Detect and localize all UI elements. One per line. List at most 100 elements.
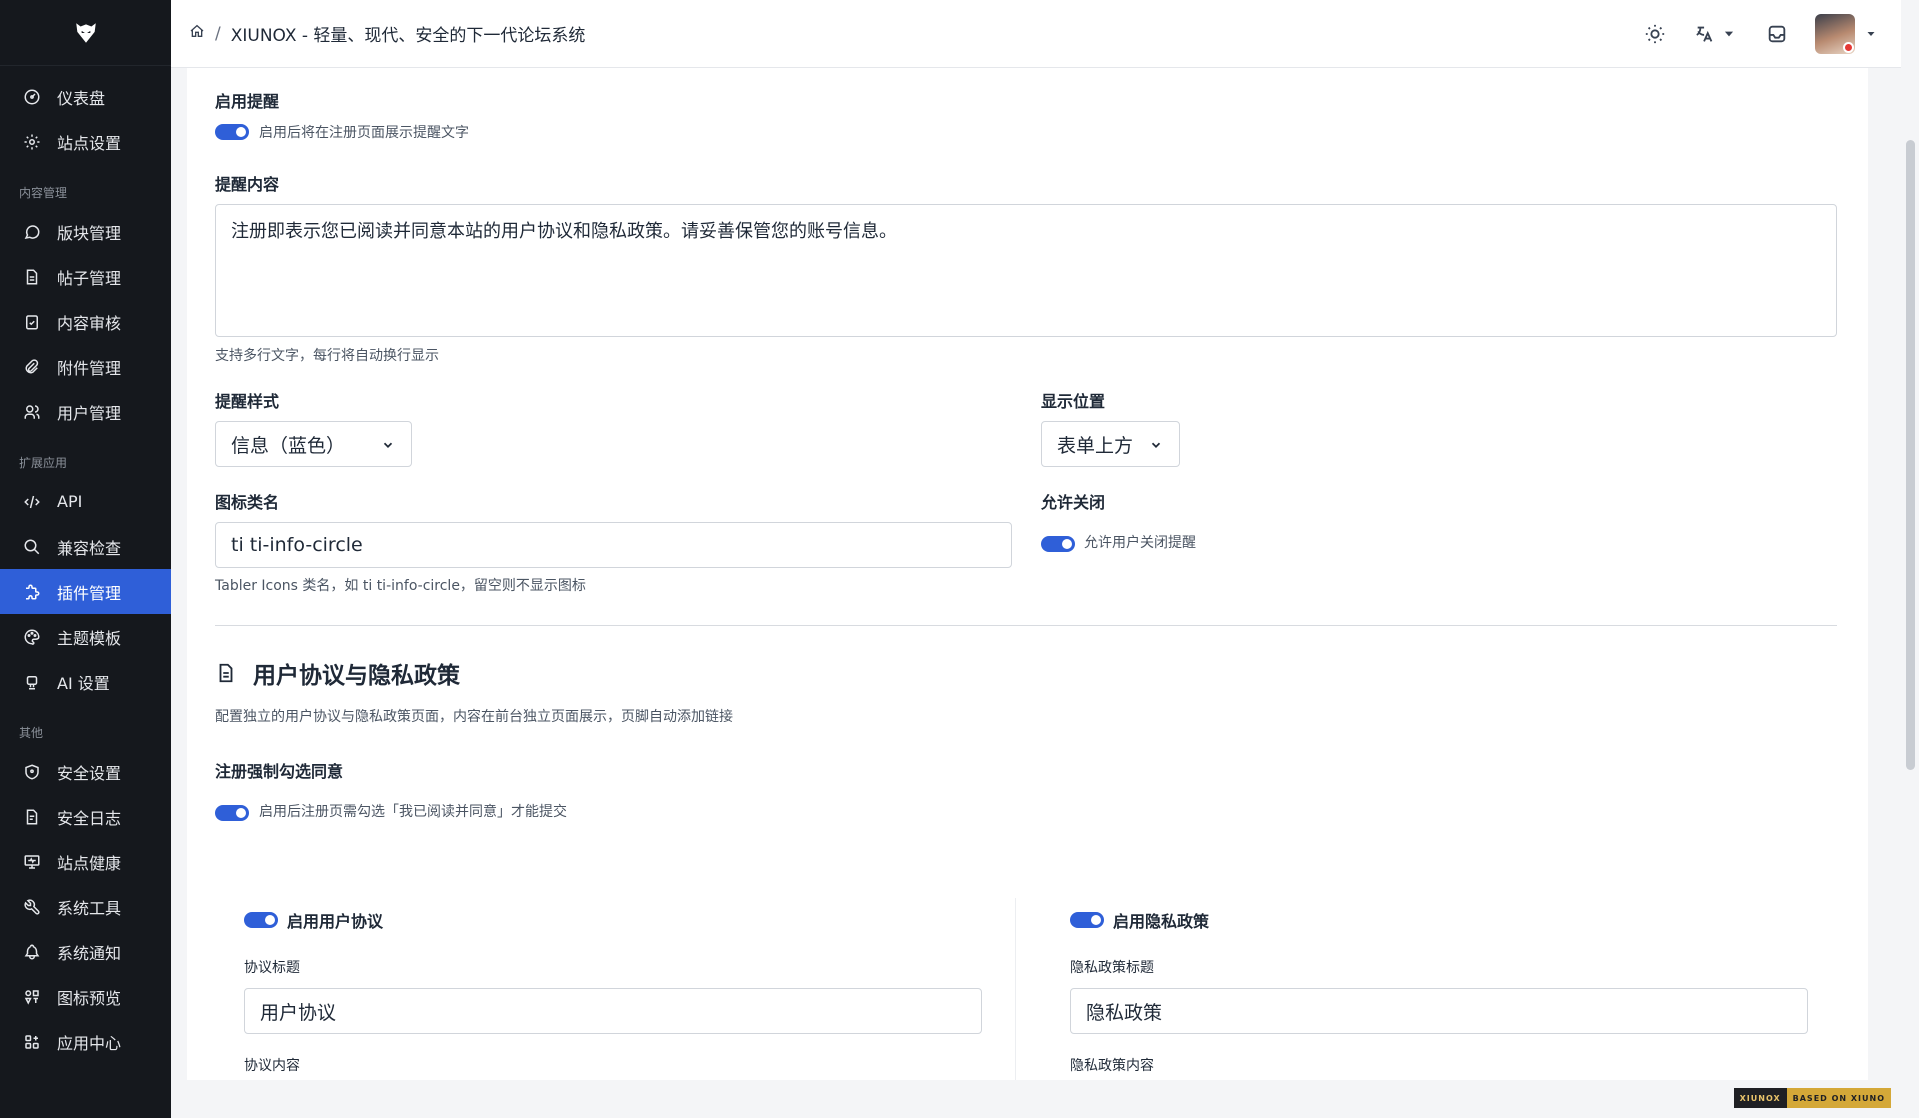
top-header: / XIUNOX - 轻量、现代、安全的下一代论坛系统 [171, 0, 1901, 68]
sidebar-item-plugins[interactable]: 插件管理 [0, 569, 171, 614]
scrollbar-thumb[interactable] [1906, 140, 1915, 770]
language-switch-button[interactable] [1685, 14, 1745, 54]
breadcrumb-separator: / [215, 23, 221, 44]
policy-section-title: 用户协议与隐私政策 [215, 656, 460, 690]
sidebar-item-dashboard[interactable]: 仪表盘 [0, 74, 171, 119]
sidebar-item-label: 应用中心 [57, 1033, 122, 1053]
sidebar-item-notifications[interactable]: 系统通知 [0, 929, 171, 974]
caret-down-icon [1724, 31, 1734, 37]
position-select[interactable]: 表单上方 [1041, 421, 1180, 467]
settings-icon [22, 132, 42, 152]
privacy-enable-toggle[interactable] [1070, 912, 1104, 928]
inbox-button[interactable] [1757, 14, 1797, 54]
chevron-down-icon [1151, 442, 1161, 448]
notice-content-textarea[interactable]: 注册即表示您已阅读并同意本站的用户协议和隐私政策。请妥善保管您的账号信息。 [215, 204, 1837, 337]
status-dot [1843, 42, 1854, 53]
sidebar-item-posts[interactable]: 帖子管理 [0, 254, 171, 299]
breadcrumb: / XIUNOX - 轻量、现代、安全的下一代论坛系统 [189, 21, 585, 46]
terms-title-input[interactable]: 用户协议 [244, 988, 982, 1034]
sidebar-item-label: 内容审核 [57, 313, 122, 333]
palette-icon [22, 627, 42, 647]
sidebar-item-label: 仪表盘 [57, 88, 106, 108]
privacy-title-label: 隐私政策标题 [1070, 960, 1154, 976]
sidebar-item-tools[interactable]: 系统工具 [0, 884, 171, 929]
settings-card: 启用提醒 启用后将在注册页面展示提醒文字 提醒内容 注册即表示您已阅读并同意本站… [187, 68, 1868, 1080]
sidebar-item-compat[interactable]: 兼容检查 [0, 524, 171, 569]
users-icon [22, 402, 42, 422]
caret-down-icon [1867, 32, 1875, 36]
sidebar-item-label: 主题模板 [57, 628, 122, 648]
puzzle-icon [22, 582, 42, 602]
sidebar-item-label: 安全日志 [57, 808, 122, 828]
sidebar-item-review[interactable]: 内容审核 [0, 299, 171, 344]
dashboard-icon [22, 87, 42, 107]
page-scrollbar[interactable] [1901, 68, 1919, 1118]
notice-content-label: 提醒内容 [215, 175, 280, 194]
file-text-icon [219, 663, 233, 683]
inbox-icon [1768, 25, 1786, 43]
sidebar-item-ai[interactable]: AI 设置 [0, 659, 171, 704]
bell-icon [22, 942, 42, 962]
sidebar-item-users[interactable]: 用户管理 [0, 389, 171, 434]
sidebar-item-themes[interactable]: 主题模板 [0, 614, 171, 659]
notice-style-label: 提醒样式 [215, 392, 280, 411]
sidebar-item-api[interactable]: API [0, 479, 171, 524]
icon-class-input[interactable]: ti ti-info-circle [215, 522, 1012, 568]
force-agree-hint: 启用后注册页需勾选「我已阅读并同意」才能提交 [259, 804, 567, 820]
sidebar-item-security-log[interactable]: 安全日志 [0, 794, 171, 839]
sidebar-item-label: 站点健康 [57, 853, 122, 873]
privacy-enable-label: 启用隐私政策 [1113, 912, 1210, 931]
icon-class-label: 图标类名 [215, 493, 280, 512]
sun-icon [1645, 24, 1665, 44]
sidebar-item-app-center[interactable]: 应用中心 [0, 1019, 171, 1064]
robot-icon [22, 672, 42, 692]
privacy-title-input[interactable]: 隐私政策 [1070, 988, 1808, 1034]
icon-class-hint: Tabler Icons 类名，如 ti ti-info-circle，留空则不… [215, 578, 586, 594]
chevron-down-icon [383, 442, 393, 448]
sidebar-item-boards[interactable]: 版块管理 [0, 209, 171, 254]
allow-close-hint: 允许用户关闭提醒 [1084, 535, 1196, 551]
sidebar-item-label: API [57, 492, 83, 511]
notice-style-value: 信息（蓝色） [231, 434, 346, 457]
sidebar-item-label: 安全设置 [57, 763, 122, 783]
sidebar-item-health[interactable]: 站点健康 [0, 839, 171, 884]
sidebar-item-icon-preview[interactable]: 图标预览 [0, 974, 171, 1019]
icons-icon [22, 987, 42, 1007]
sidebar-item-label: 图标预览 [57, 988, 122, 1008]
policy-description: 配置独立的用户协议与隐私政策页面，内容在前台独立页面展示，页脚自动添加链接 [215, 709, 733, 725]
terms-enable-toggle[interactable] [244, 912, 278, 928]
terms-content-label: 协议内容 [244, 1058, 300, 1074]
user-menu-button[interactable] [1815, 14, 1877, 54]
policy-title-text: 用户协议与隐私政策 [253, 663, 460, 689]
enable-notice-toggle[interactable] [215, 124, 249, 140]
sidebar-item-security[interactable]: 安全设置 [0, 749, 171, 794]
logo[interactable] [0, 0, 171, 66]
code-icon [22, 492, 42, 512]
allow-close-toggle[interactable] [1041, 536, 1075, 552]
sidebar-section-content: 内容管理 [19, 186, 68, 200]
sidebar-item-attachments[interactable]: 附件管理 [0, 344, 171, 389]
breadcrumb-title[interactable]: XIUNOX - 轻量、现代、安全的下一代论坛系统 [231, 21, 586, 46]
apps-icon [22, 1032, 42, 1052]
message-circle-icon [22, 222, 42, 242]
enable-notice-label: 启用提醒 [215, 92, 280, 111]
sidebar-section-ext: 扩展应用 [19, 456, 68, 470]
theme-toggle-button[interactable] [1635, 14, 1675, 54]
sidebar-item-label: 帖子管理 [57, 268, 122, 288]
paperclip-icon [22, 357, 42, 377]
allow-close-label: 允许关闭 [1041, 493, 1106, 512]
powered-by-badge[interactable]: XIUNOX BASED ON XIUNO [1733, 1088, 1891, 1108]
sidebar-item-site-settings[interactable]: 站点设置 [0, 119, 171, 164]
notice-style-select[interactable]: 信息（蓝色） [215, 421, 412, 467]
sidebar-item-label: 用户管理 [57, 403, 122, 423]
home-icon[interactable] [189, 23, 205, 44]
avatar [1815, 14, 1855, 54]
sidebar-item-label: 版块管理 [57, 223, 122, 243]
badge-left: XIUNOX [1733, 1088, 1787, 1108]
sidebar-item-label: 系统通知 [57, 943, 122, 963]
file-text-icon [22, 267, 42, 287]
sidebar-item-label: 附件管理 [57, 358, 122, 378]
force-agree-toggle[interactable] [215, 805, 249, 821]
search-icon [22, 537, 42, 557]
sidebar-item-label: AI 设置 [57, 673, 110, 693]
